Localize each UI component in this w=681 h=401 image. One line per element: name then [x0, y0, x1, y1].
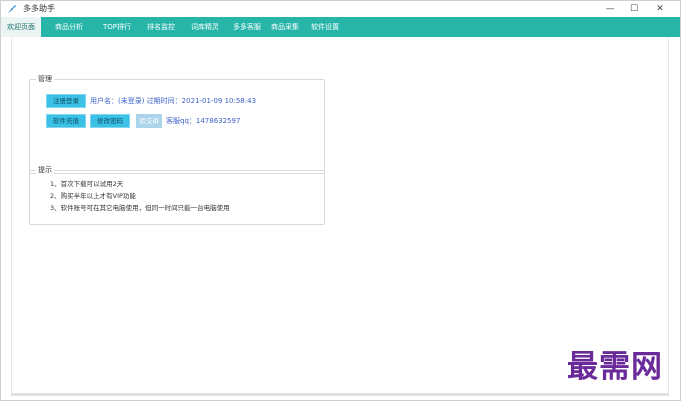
tab-keyword-library[interactable]: 词库精灵 — [185, 17, 225, 37]
minimize-button[interactable]: — — [599, 1, 621, 17]
maximize-button[interactable]: ☐ — [623, 1, 645, 17]
app-window: 多多助手 — ☐ ✕ 欢迎页面 商品分析 TOP排行 排名监控 词库精灵 多多客… — [0, 0, 681, 401]
management-group: 管理 注册登录 用户名：(未登录) 过期时间：2021-01-09 10:58:… — [29, 74, 325, 174]
tip-line: 2、购买半年以上才有VIP功能 — [50, 192, 136, 200]
register-login-button[interactable]: 注册登录 — [46, 94, 86, 108]
title-bar: 多多助手 — ☐ ✕ — [1, 1, 680, 17]
change-password-button[interactable]: 修改密码 — [90, 114, 130, 128]
tab-product-collect[interactable]: 商品采集 — [265, 17, 305, 37]
user-info-text: 用户名：(未登录) 过期时间：2021-01-09 10:58:43 — [90, 97, 257, 105]
tip-line: 1、首次下载可以试用2天 — [50, 180, 124, 188]
tab-top-ranking[interactable]: TOP排行 — [95, 17, 139, 37]
tab-product-analysis[interactable]: 商品分析 — [49, 17, 89, 37]
watermark-text: 最需网 — [567, 349, 663, 385]
tab-welcome[interactable]: 欢迎页面 — [1, 17, 41, 37]
management-group-label: 管理 — [36, 74, 54, 85]
window-title: 多多助手 — [23, 4, 55, 13]
main-content: 管理 注册登录 用户名：(未登录) 过期时间：2021-01-09 10:58:… — [11, 37, 669, 395]
app-logo-icon — [8, 5, 16, 13]
verify-button[interactable]: 验交讲 — [136, 114, 162, 128]
service-qq-text: 客服qq：1478632597 — [166, 117, 241, 125]
tips-group-label: 提示 — [36, 165, 54, 176]
tip-line: 3、软件账号可在其它电脑使用，但同一时间只能一台电脑使用 — [50, 204, 230, 212]
tab-bar: 欢迎页面 商品分析 TOP排行 排名监控 词库精灵 多多客服 商品采集 软件设置 — [1, 17, 680, 37]
bottom-scrollbar[interactable] — [11, 393, 669, 396]
tab-customer-service[interactable]: 多多客服 — [227, 17, 267, 37]
tab-settings[interactable]: 软件设置 — [305, 17, 345, 37]
tab-ranking-monitor[interactable]: 排名监控 — [141, 17, 181, 37]
tips-group: 提示 1、首次下载可以试用2天 2、购买半年以上才有VIP功能 3、软件账号可在… — [29, 165, 325, 225]
close-button[interactable]: ✕ — [649, 1, 671, 17]
recharge-button[interactable]: 软件充值 — [46, 114, 86, 128]
